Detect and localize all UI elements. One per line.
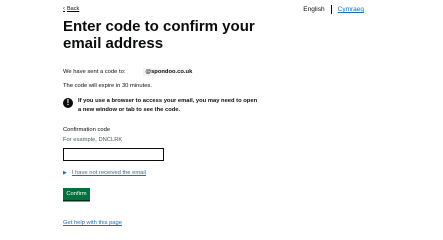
details-not-received[interactable]: ▶ I have not received the email <box>63 170 146 176</box>
warning-message: If you use a browser to access your emai… <box>78 98 258 113</box>
confirmation-code-label: Confirmation code <box>63 127 111 133</box>
confirmation-code-input[interactable] <box>63 148 164 161</box>
chevron-left-icon: ‹ <box>63 6 65 12</box>
help-link[interactable]: Get help with this page <box>63 220 122 226</box>
expiry-message: The code will expire in 30 minutes. <box>63 83 152 89</box>
confirm-button[interactable]: Confirm <box>63 188 90 200</box>
warning-icon: ! <box>63 98 73 108</box>
email-address: @spondoo.co.uk <box>143 68 195 76</box>
back-link[interactable]: ‹ Back <box>63 6 79 12</box>
language-current: English <box>303 6 325 13</box>
sent-prefix: We have sent a code to: <box>63 69 126 75</box>
sent-message: We have sent a code to: @spondoo.co.uk <box>63 68 195 76</box>
details-summary[interactable]: I have not received the email <box>72 170 146 176</box>
page-title: Enter code to confirm your email address <box>63 18 255 52</box>
language-switcher: English Cymraeg <box>303 5 364 14</box>
confirmation-code-hint: For example, DNCLRK <box>63 137 123 143</box>
language-cymraeg-link[interactable]: Cymraeg <box>338 6 364 13</box>
language-divider <box>330 5 332 14</box>
back-link-label: Back <box>67 6 80 12</box>
triangle-right-icon: ▶ <box>63 170 67 176</box>
warning-text: ! If you use a browser to access your em… <box>63 97 258 115</box>
